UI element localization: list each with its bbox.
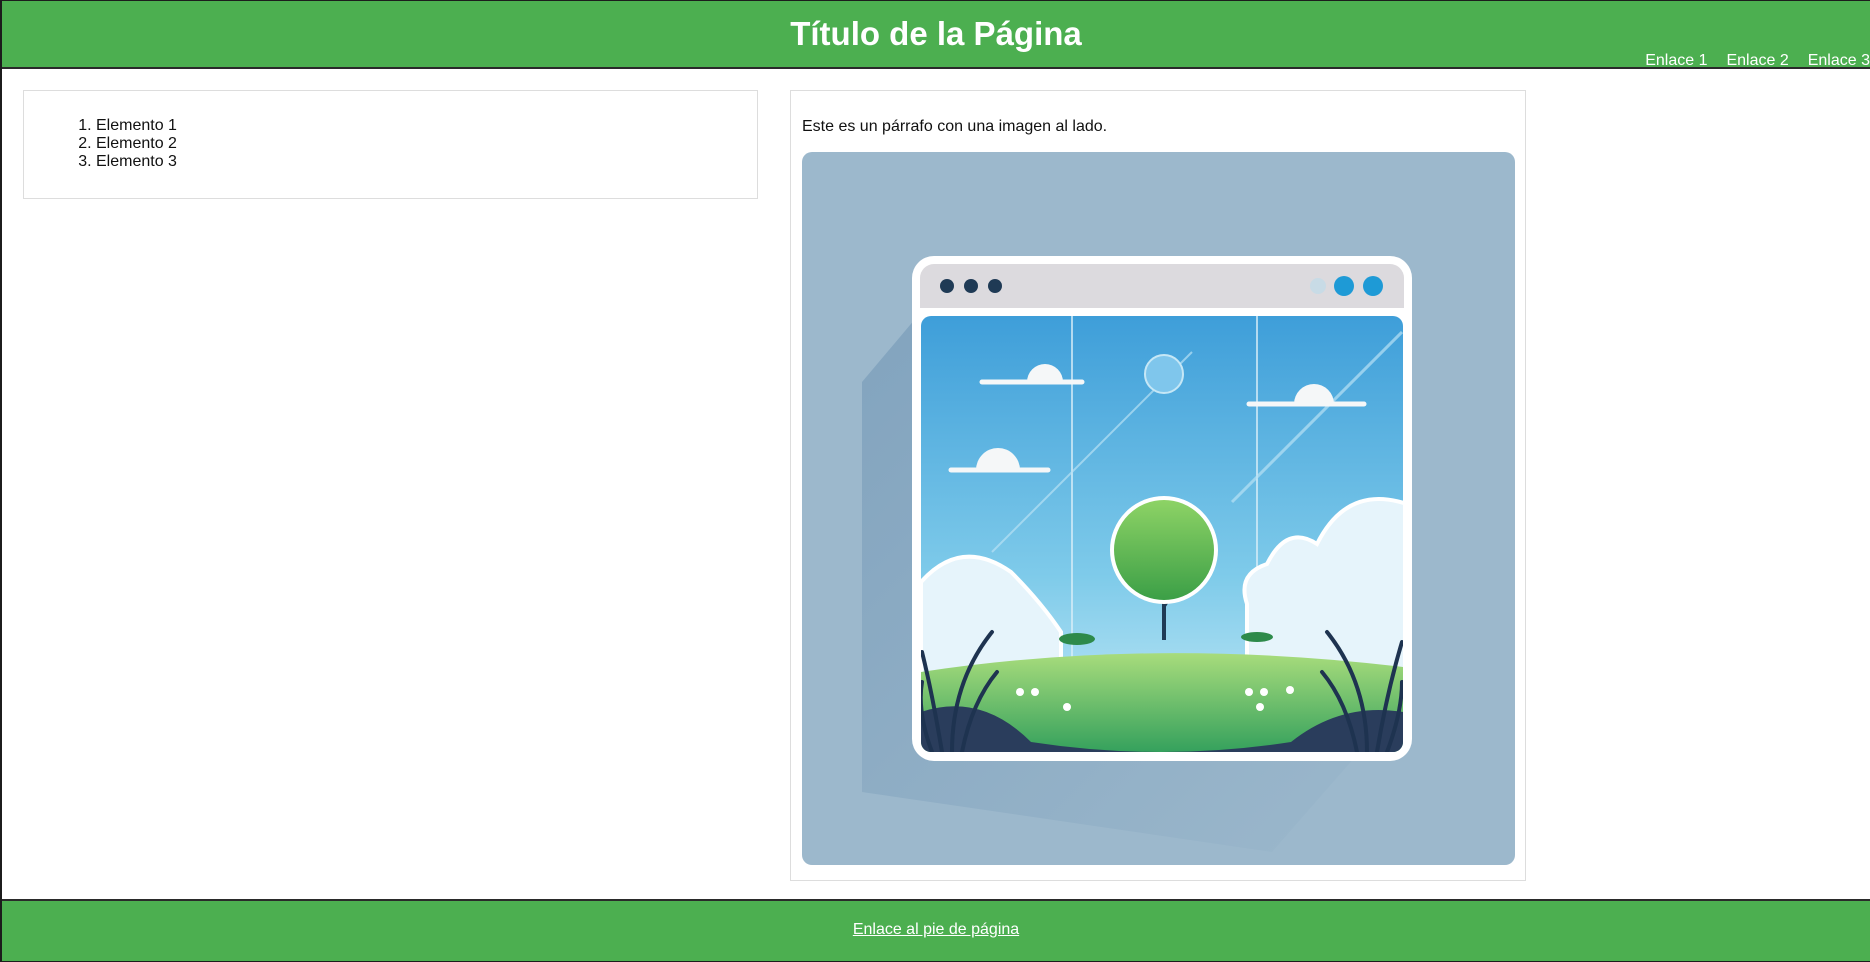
content-panel: Este es un párrafo con una imagen al lad… xyxy=(790,90,1526,881)
footer-link[interactable]: Enlace al pie de página xyxy=(2,921,1870,939)
site-header: Título de la Página Enlace 1 Enlace 2 En… xyxy=(2,1,1870,69)
nav-link-3[interactable]: Enlace 3 xyxy=(1808,52,1870,70)
list-item: Elemento 1 xyxy=(96,117,177,135)
ordered-list: Elemento 1 Elemento 2 Elemento 3 xyxy=(76,117,177,171)
content-paragraph: Este es un párrafo con una imagen al lad… xyxy=(802,118,1108,135)
landscape-browser-illustration xyxy=(802,152,1515,865)
site-footer: Enlace al pie de página xyxy=(2,899,1870,961)
list-panel: Elemento 1 Elemento 2 Elemento 3 xyxy=(23,90,758,199)
page: Título de la Página Enlace 1 Enlace 2 En… xyxy=(2,1,1870,961)
page-title: Título de la Página xyxy=(790,15,1082,52)
list-item: Elemento 2 xyxy=(96,135,177,153)
list-item: Elemento 3 xyxy=(96,153,177,171)
nav-link-2[interactable]: Enlace 2 xyxy=(1726,52,1788,70)
nav-link-1[interactable]: Enlace 1 xyxy=(1645,52,1707,70)
header-nav: Enlace 1 Enlace 2 Enlace 3 xyxy=(1645,52,1870,70)
